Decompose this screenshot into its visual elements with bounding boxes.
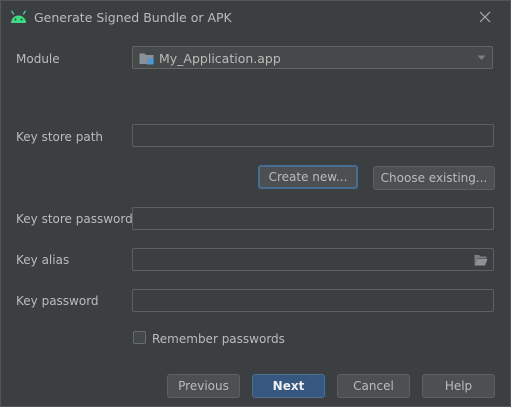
key-store-path-label: Key store path — [16, 130, 104, 144]
dialog-title: Generate Signed Bundle or APK — [34, 10, 232, 25]
key-store-password-field[interactable] — [132, 207, 494, 230]
module-folder-icon — [139, 53, 154, 65]
cancel-button[interactable]: Cancel — [337, 374, 410, 398]
remember-passwords-label[interactable]: Remember passwords — [152, 332, 285, 346]
key-alias-label: Key alias — [16, 253, 70, 267]
help-button[interactable]: Help — [422, 374, 495, 398]
key-store-password-input[interactable] — [133, 208, 493, 229]
chevron-down-icon — [477, 55, 486, 60]
key-alias-input[interactable] — [133, 249, 493, 270]
generate-signed-bundle-dialog: Generate Signed Bundle or APK Module My_… — [0, 0, 511, 407]
create-new-button[interactable]: Create new... — [258, 165, 358, 189]
key-alias-field[interactable] — [132, 248, 494, 271]
folder-open-icon[interactable] — [474, 254, 488, 266]
remember-passwords-checkbox[interactable] — [133, 331, 146, 344]
key-store-path-input[interactable] — [133, 125, 493, 146]
next-button[interactable]: Next — [252, 374, 325, 398]
title-bar: Generate Signed Bundle or APK — [1, 1, 510, 34]
module-dropdown[interactable]: My_Application.app — [132, 46, 493, 69]
module-label: Module — [16, 52, 60, 66]
key-password-input[interactable] — [133, 290, 493, 311]
choose-existing-button[interactable]: Choose existing... — [373, 166, 495, 190]
android-icon — [11, 10, 26, 23]
key-store-password-label: Key store password — [16, 212, 133, 226]
previous-button[interactable]: Previous — [167, 374, 240, 398]
key-store-path-field[interactable] — [132, 124, 494, 147]
module-selected-value: My_Application.app — [159, 51, 281, 66]
key-password-field[interactable] — [132, 289, 494, 312]
close-icon[interactable] — [478, 10, 492, 24]
key-password-label: Key password — [16, 294, 99, 308]
